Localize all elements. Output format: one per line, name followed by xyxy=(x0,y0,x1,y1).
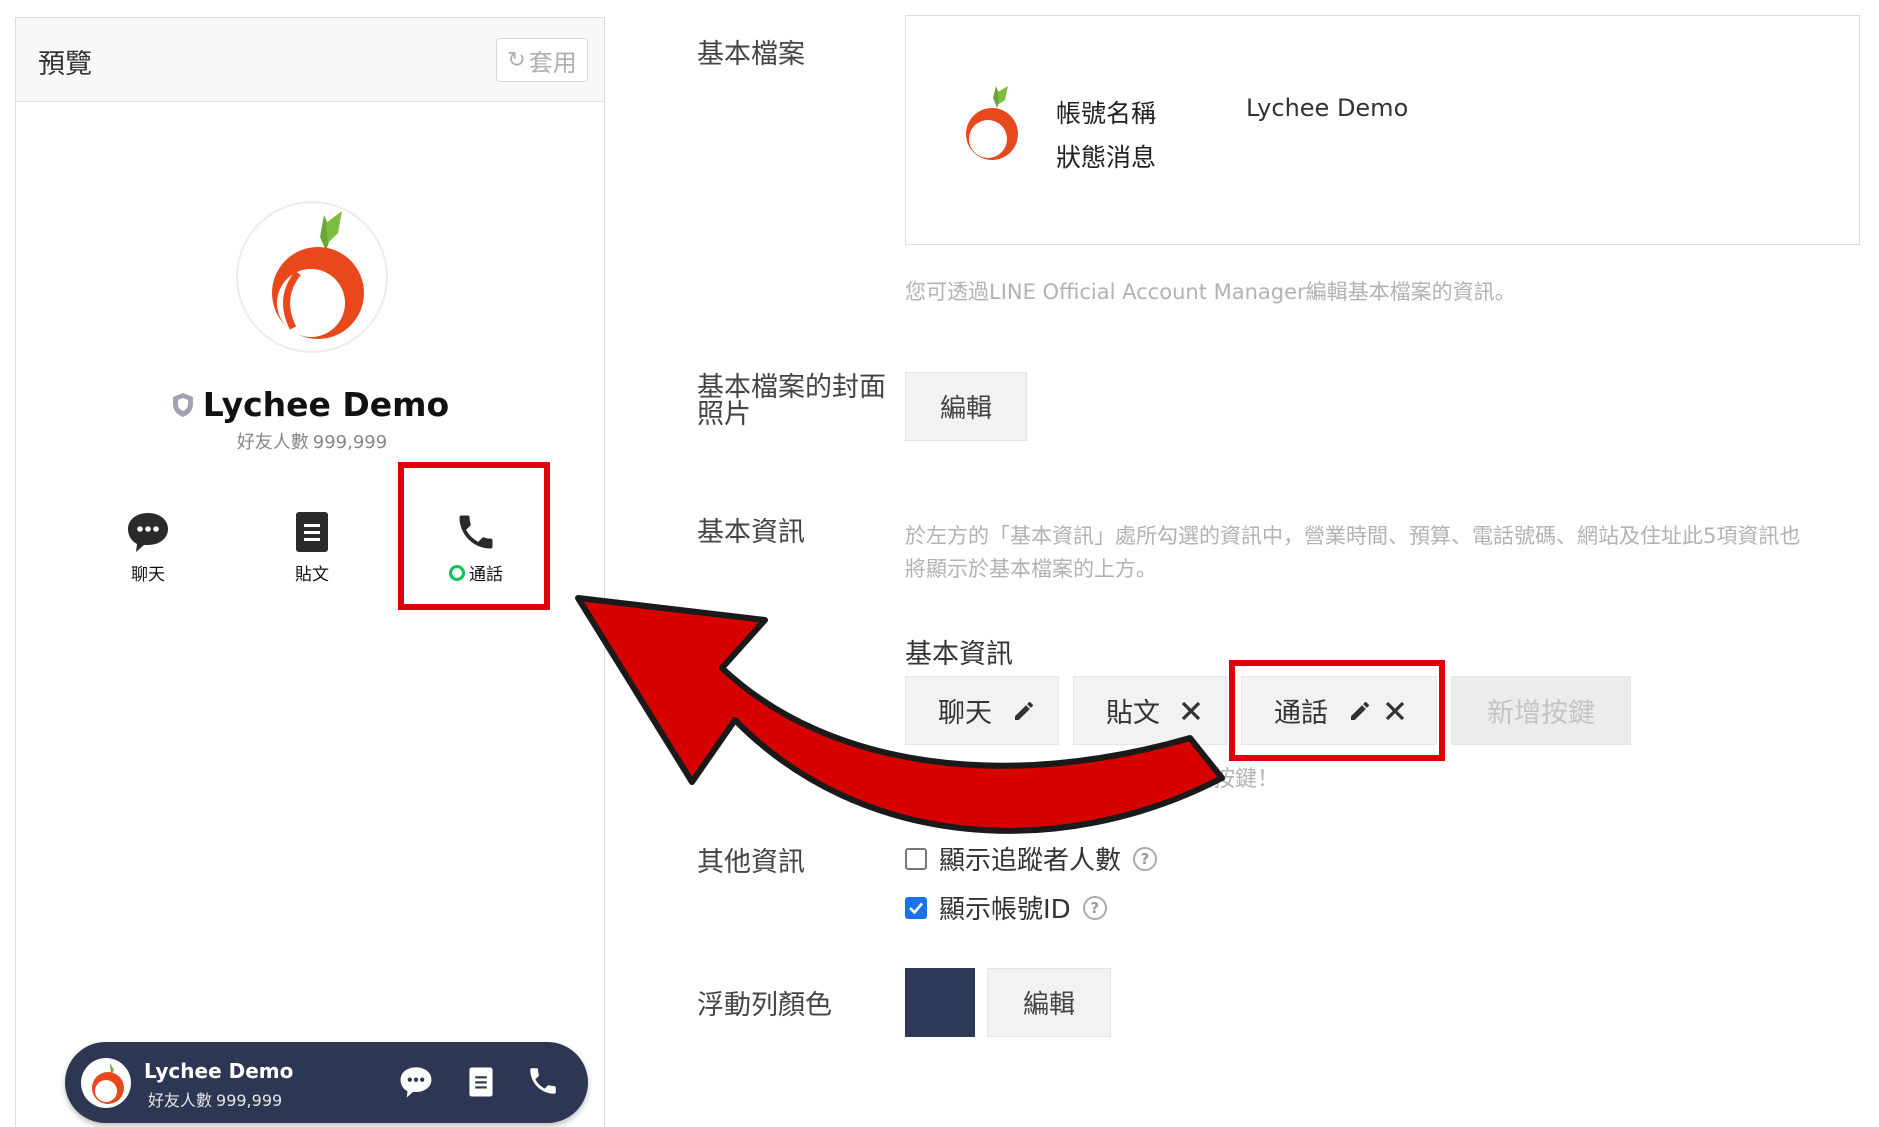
annotation-arrow-icon xyxy=(575,595,1225,834)
